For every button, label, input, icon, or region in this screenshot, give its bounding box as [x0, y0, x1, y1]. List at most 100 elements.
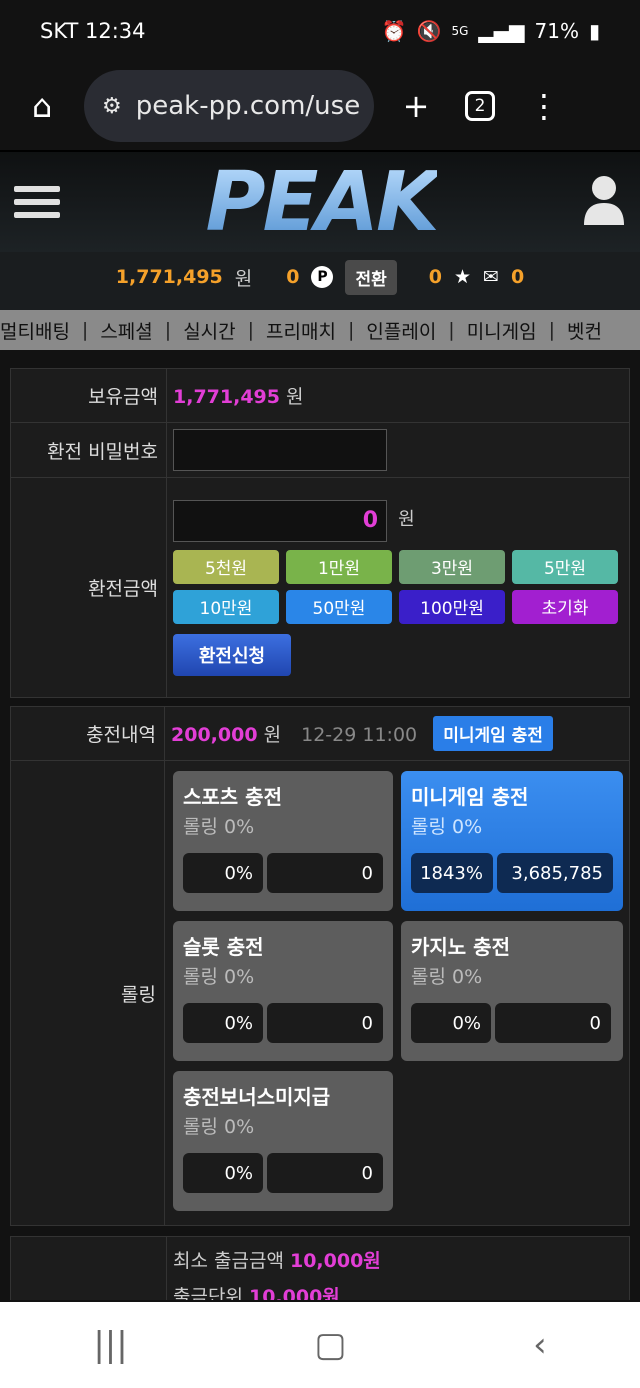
- history-label: 충전내역: [10, 706, 165, 761]
- mail-icon[interactable]: ✉: [483, 266, 499, 288]
- tab-count: 2: [465, 91, 495, 121]
- quick-30k-button[interactable]: 3만원: [399, 549, 505, 584]
- rolling-card-casino[interactable]: 카지노 충전 롤링 0% 0% 0: [401, 921, 623, 1061]
- carrier-time: SKT 12:34: [40, 19, 146, 43]
- site-logo[interactable]: PEAK: [205, 155, 439, 250]
- card-subtitle: 롤링 0%: [411, 816, 483, 838]
- card-amount: 0: [267, 1153, 383, 1193]
- recent-apps-icon[interactable]: |||: [93, 1325, 127, 1365]
- card-percent: 0%: [183, 1003, 263, 1043]
- history-datetime: 12-29 11:00: [301, 724, 418, 746]
- card-title: 미니게임 충전: [411, 785, 529, 809]
- history-unit: 원: [263, 724, 282, 746]
- menu-item-live[interactable]: 실시간: [183, 317, 235, 344]
- message-count: 0: [510, 266, 525, 288]
- site-settings-icon[interactable]: ⚙: [102, 94, 122, 119]
- menu-item-prematch[interactable]: 프리매치: [266, 317, 336, 344]
- home-icon[interactable]: ⌂: [20, 84, 64, 128]
- alarm-icon: ⏰: [381, 19, 407, 43]
- quick-50k-button[interactable]: 5만원: [512, 549, 618, 584]
- star-icon[interactable]: ★: [454, 266, 471, 288]
- star-count: 0: [428, 266, 442, 288]
- card-percent: 0%: [183, 1153, 263, 1193]
- minigame-charge-button[interactable]: 미니게임 충전: [433, 716, 553, 751]
- exchange-balance-value: 1,771,495: [173, 386, 280, 408]
- pin-label: 환전 비밀번호: [10, 422, 167, 478]
- quick-1m-button[interactable]: 100만원: [399, 589, 505, 624]
- history-amount: 200,000: [171, 724, 258, 746]
- menu-item-special[interactable]: 스페셜: [100, 317, 152, 344]
- menu-item-multi[interactable]: 멀티배팅: [0, 317, 70, 344]
- balance-label: 보유금액: [10, 368, 167, 423]
- network-type: 5G: [451, 24, 469, 38]
- card-amount: 3,685,785: [497, 853, 613, 893]
- min-withdraw-label: 최소 출금금액: [173, 1250, 284, 1272]
- convert-points-button[interactable]: 전환: [345, 259, 397, 295]
- exchange-form: 보유금액 1,771,495 원 환전 비밀번호 환전금액 0 원 5천원 1만…: [10, 368, 630, 698]
- rolling-card-slot[interactable]: 슬롯 충전 롤링 0% 0% 0: [173, 921, 393, 1061]
- home-button-icon[interactable]: ▢: [314, 1325, 346, 1365]
- min-withdraw-value: 10,000원: [289, 1250, 381, 1272]
- battery-level: 71%: [534, 19, 579, 43]
- card-percent: 0%: [183, 853, 263, 893]
- exchange-pin-input[interactable]: [173, 429, 387, 471]
- url-text: peak-pp.com/use: [135, 91, 361, 121]
- reset-button[interactable]: 초기화: [512, 589, 618, 624]
- withdraw-unit-label: 출금단위: [173, 1286, 243, 1300]
- site-header: PEAK: [0, 150, 640, 252]
- points-amount: 0: [286, 266, 300, 288]
- rolling-cards: 스포츠 충전 롤링 0% 0% 0 미니게임 충전 롤링 0% 1843% 3,…: [171, 767, 623, 1219]
- card-subtitle: 롤링 0%: [411, 966, 483, 988]
- main-content: 보유금액 1,771,495 원 환전 비밀번호 환전금액 0 원 5천원 1만…: [0, 350, 640, 1300]
- status-icons: ⏰ 🔇 5G ▂▄▆ 71% ▮: [382, 19, 600, 43]
- amount-label: 환전금액: [10, 477, 167, 698]
- exchange-amount-unit: 원: [398, 509, 415, 530]
- new-tab-icon[interactable]: +: [394, 84, 438, 128]
- rolling-card-minigame[interactable]: 미니게임 충전 롤링 0% 1843% 3,685,785: [401, 771, 623, 911]
- rolling-label: 롤링: [10, 760, 165, 1226]
- rolling-card-bonus[interactable]: 충전보너스미지급 롤링 0% 0% 0: [173, 1071, 393, 1211]
- quick-500k-button[interactable]: 50만원: [286, 589, 392, 624]
- card-amount: 0: [495, 1003, 611, 1043]
- menu-item-betcon[interactable]: 벳컨: [567, 317, 602, 344]
- card-subtitle: 롤링 0%: [183, 1116, 255, 1138]
- rolling-table: 충전내역 200,000 원 12-29 11:00 미니게임 충전 롤링 스포…: [10, 706, 630, 1226]
- withdraw-limits: 최소 출금금액 10,000원 출금단위 10,000원: [10, 1236, 630, 1300]
- category-menu: 멀티배팅 | 스페셜 | 실시간 | 프리매치 | 인플레이 | 미니게임 | 벳컨: [0, 310, 640, 350]
- card-percent: 1843%: [411, 853, 493, 893]
- browser-toolbar: ⌂ ⚙ peak-pp.com/use + 2 ⋮: [0, 62, 640, 150]
- card-amount: 0: [267, 1003, 383, 1043]
- quick-5k-button[interactable]: 5천원: [173, 549, 279, 584]
- more-menu-icon[interactable]: ⋮: [522, 84, 566, 128]
- exchange-amount-input[interactable]: 0: [173, 499, 387, 542]
- mute-icon: 🔇: [416, 19, 442, 43]
- card-subtitle: 롤링 0%: [183, 966, 255, 988]
- card-amount: 0: [267, 853, 383, 893]
- menu-item-inplay[interactable]: 인플레이: [366, 317, 436, 344]
- back-icon[interactable]: ‹: [533, 1325, 547, 1365]
- points-icon: P: [311, 266, 334, 288]
- balance-amount: 1,771,495: [115, 266, 223, 288]
- card-title: 카지노 충전: [411, 935, 510, 959]
- quick-10k-button[interactable]: 1만원: [286, 549, 392, 584]
- user-info-bar: 1,771,495 원 0 P 전환 0 ★ ✉ 0: [0, 252, 640, 302]
- balance-unit: 원: [234, 267, 253, 290]
- url-bar[interactable]: ⚙ peak-pp.com/use: [84, 70, 374, 142]
- exchange-balance-unit: 원: [286, 386, 304, 408]
- card-subtitle: 롤링 0%: [183, 816, 255, 838]
- menu-item-minigame[interactable]: 미니게임: [467, 317, 537, 344]
- exchange-submit-button[interactable]: 환전신청: [173, 633, 291, 676]
- quick-100k-button[interactable]: 10만원: [173, 589, 279, 624]
- card-title: 충전보너스미지급: [183, 1085, 331, 1109]
- rolling-card-sports[interactable]: 스포츠 충전 롤링 0% 0% 0: [173, 771, 393, 911]
- quick-amount-buttons: 5천원 1만원 3만원 5만원 10만원 50만원 100만원 초기화: [173, 549, 623, 624]
- system-nav-bar: ||| ▢ ‹: [0, 1302, 640, 1388]
- battery-icon: ▮: [588, 19, 600, 43]
- user-account-icon[interactable]: [582, 175, 626, 229]
- card-title: 스포츠 충전: [183, 785, 282, 809]
- tab-switcher-button[interactable]: 2: [458, 84, 502, 128]
- card-percent: 0%: [411, 1003, 491, 1043]
- withdraw-unit-value: 10,000원: [248, 1286, 340, 1300]
- signal-icon: ▂▄▆: [478, 19, 525, 43]
- hamburger-menu-icon[interactable]: [14, 179, 60, 225]
